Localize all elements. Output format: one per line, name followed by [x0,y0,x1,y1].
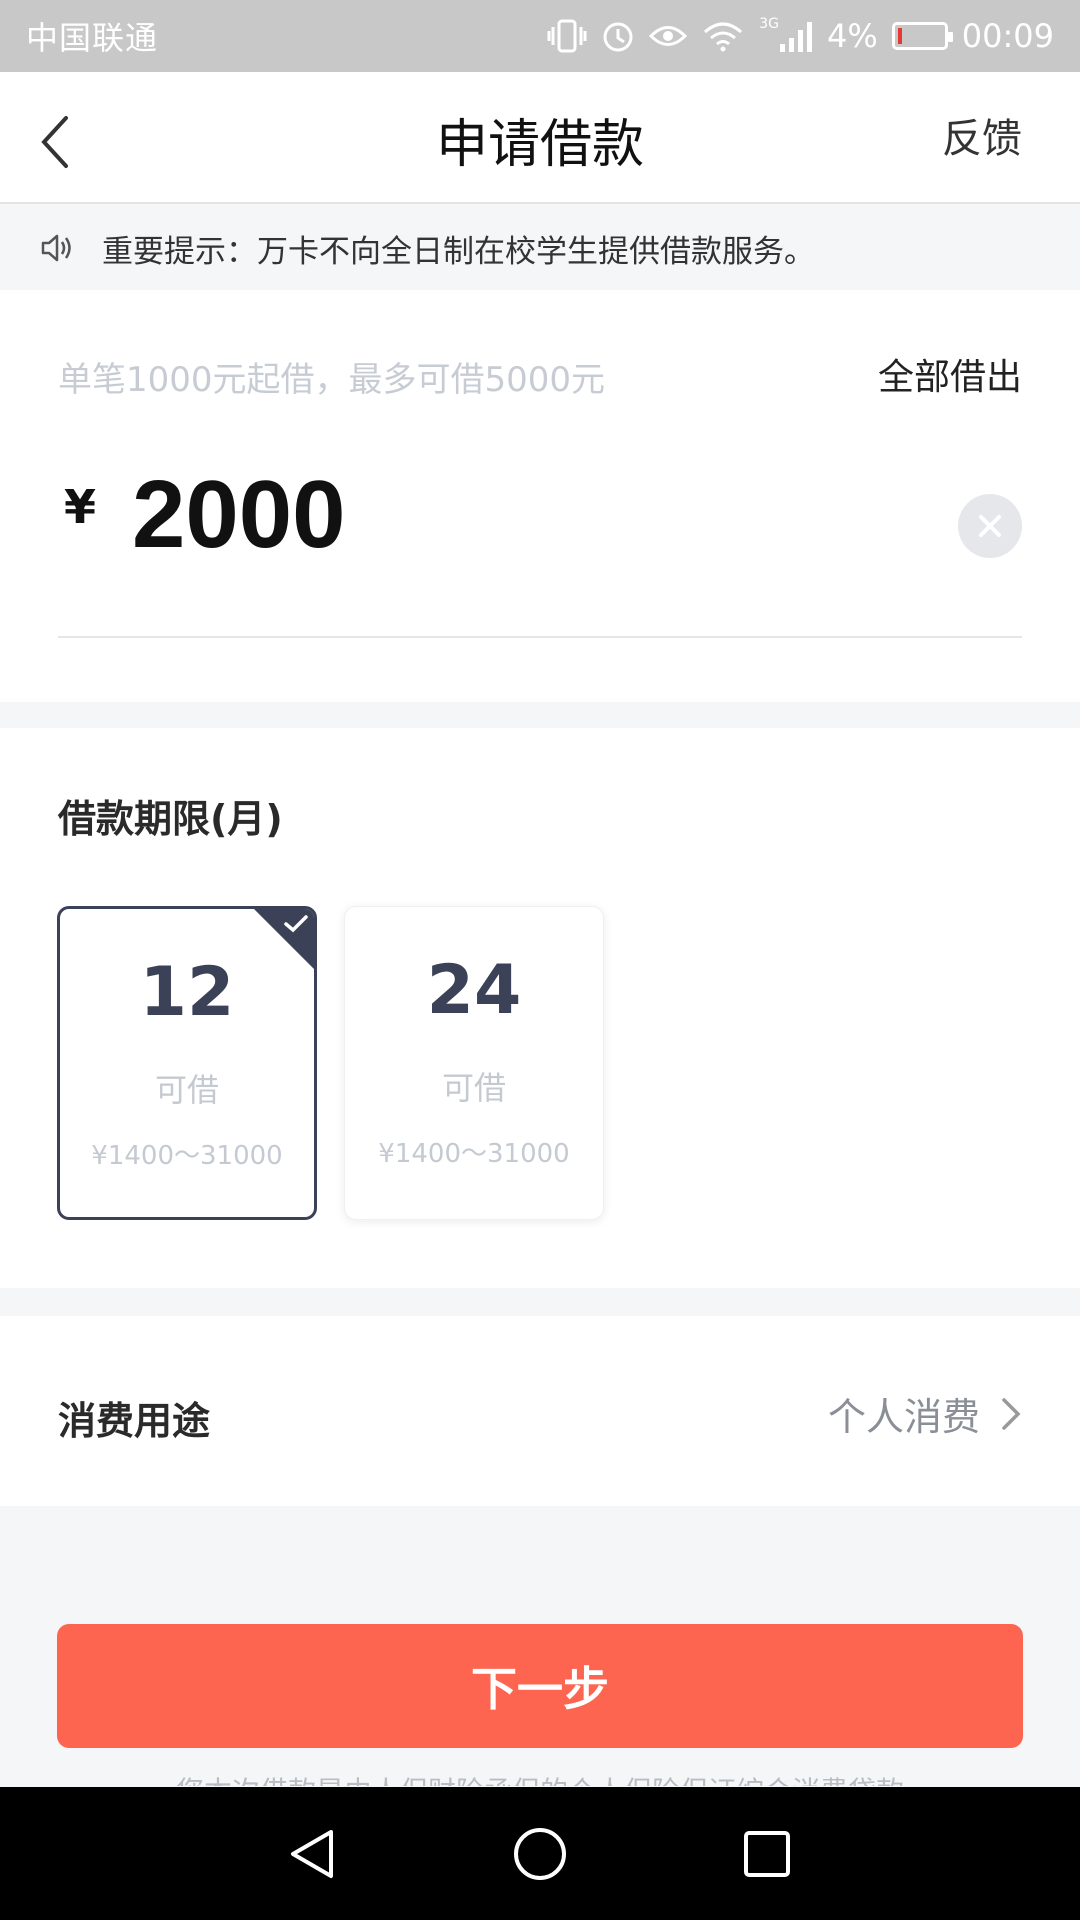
system-home-button[interactable] [495,1809,585,1899]
nav-bar: 申请借款 反馈 [0,72,1080,204]
check-icon [284,915,308,933]
borrow-all-button[interactable]: 全部借出 [878,348,1022,400]
next-step-button[interactable]: 下一步 [57,1624,1023,1748]
term-months: 24 [426,951,522,1030]
square-recents-icon [743,1830,790,1877]
amount-underline [58,636,1022,638]
vibrate-icon [547,19,587,53]
amount-card: 单笔1000元起借，最多可借5000元 全部借出 ¥ [0,290,1080,702]
amount-hint: 单笔1000元起借，最多可借5000元 [58,360,606,400]
term-card: 借款期限(月) 12 可借 ¥1400～31000 24 可借 ¥1400～31… [0,728,1080,1288]
carrier-name: 中国联通 [26,19,159,57]
purpose-row[interactable]: 消费用途 个人消费 [0,1316,1080,1506]
circle-home-icon [513,1827,566,1880]
term-range: ¥1400～31000 [378,1139,570,1169]
speaker-icon [41,234,71,262]
triangle-back-icon [291,1829,334,1878]
close-icon [979,515,1001,537]
signal-icon: 3G [759,16,813,52]
page-title: 申请借款 [435,115,644,175]
clear-amount-button[interactable] [958,494,1022,558]
wifi-icon [701,20,745,52]
chevron-right-icon [1002,1397,1021,1430]
amount-input[interactable] [132,460,932,570]
currency-symbol: ¥ [64,480,97,534]
term-range: ¥1400～31000 [91,1141,283,1171]
notice-text: 重要提示：万卡不向全日制在校学生提供借款服务。 [102,233,815,270]
status-bar: 中国联通 3G 4% 00:09 [0,0,1080,72]
network-type: 3G [759,16,780,32]
system-nav-bar [0,1787,1080,1920]
battery-percent: 4% [827,17,878,55]
term-label: 可借 [441,1069,506,1107]
clock: 00:09 [961,17,1054,55]
purpose-title: 消费用途 [58,1399,211,1443]
term-title: 借款期限(月) [58,797,283,841]
eye-icon [649,21,688,51]
disclaimer-text: 您本次借款是由人保财险承保的个人保险保证综合消费贷款 [0,1770,1080,1786]
term-label: 可借 [154,1071,219,1109]
system-back-button[interactable] [268,1809,358,1899]
status-icons: 3G 4% 00:09 [547,16,1054,55]
term-months: 12 [139,953,235,1032]
notice-banner: 重要提示：万卡不向全日制在校学生提供借款服务。 [0,206,1080,290]
alarm-icon [601,19,635,53]
term-option-24[interactable]: 24 可借 ¥1400～31000 [344,906,604,1220]
feedback-button[interactable]: 反馈 [942,106,1022,164]
term-option-12[interactable]: 12 可借 ¥1400～31000 [57,906,317,1220]
battery-icon [891,22,953,50]
purpose-selector[interactable]: 个人消费 [828,1386,1022,1441]
system-recents-button[interactable] [722,1809,812,1899]
purpose-value: 个人消费 [827,1395,980,1439]
